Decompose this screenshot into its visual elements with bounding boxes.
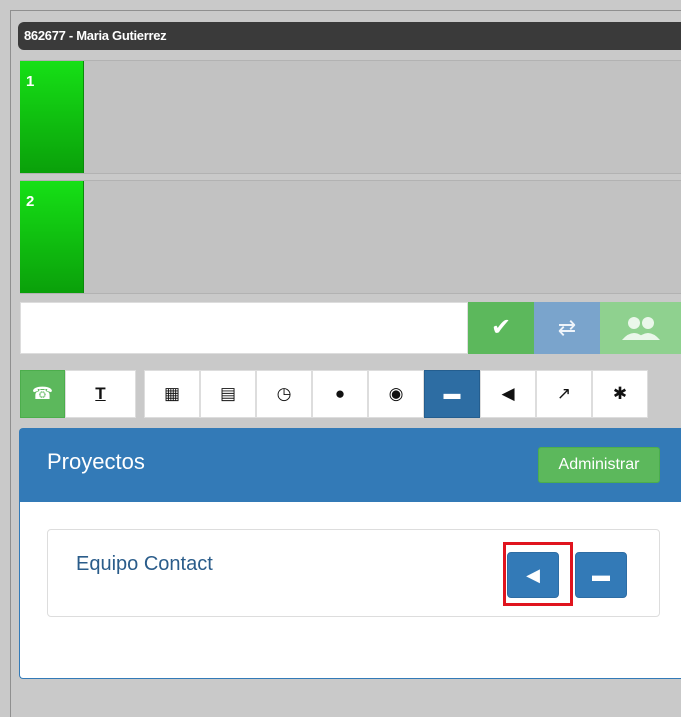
line-slot-2[interactable]: 2 — [20, 180, 681, 294]
line-number: 2 — [20, 181, 84, 293]
keypad-icon: ▦ — [163, 384, 181, 403]
confirm-button[interactable]: ✔ — [468, 302, 534, 354]
tab-campaign[interactable]: ◀ — [480, 370, 536, 418]
project-card: Equipo Contact ◀ ▬ — [47, 529, 660, 617]
megaphone-icon: ◀ — [501, 384, 515, 403]
tab-share[interactable]: ↗ — [536, 370, 592, 418]
share-icon: ↗ — [556, 384, 572, 403]
list-icon: ▤ — [219, 384, 237, 403]
text-icon: T — [95, 384, 106, 403]
tab-chat[interactable]: ▬ — [424, 370, 480, 418]
tab-history[interactable]: ◷ — [256, 370, 312, 418]
tab-settings[interactable]: ✱ — [592, 370, 648, 418]
clock-icon: ◷ — [276, 384, 292, 403]
dial-input[interactable] — [20, 302, 468, 354]
transfer-icon: ⇄ — [557, 315, 577, 340]
project-name: Equipo Contact — [76, 553, 213, 575]
transfer-button[interactable]: ⇄ — [534, 302, 600, 354]
line-slot-1[interactable]: 1 — [20, 60, 681, 174]
tab-contacts[interactable]: ● — [312, 370, 368, 418]
panel-title: Proyectos — [47, 449, 145, 474]
tab-keypad[interactable]: ▦ — [144, 370, 200, 418]
project-chat-button[interactable]: ▬ — [575, 552, 627, 598]
projects-panel: Proyectos Administrar Equipo Contact ◀ ▬ — [19, 428, 681, 679]
user-icon: ● — [334, 384, 346, 403]
globe-icon: ◉ — [388, 384, 404, 403]
projects-panel-header: Proyectos Administrar — [20, 429, 681, 502]
line-number: 1 — [20, 61, 84, 173]
tab-text[interactable]: T — [65, 370, 136, 418]
chat-icon: ▬ — [592, 565, 610, 585]
tab-phone[interactable]: ☎ — [20, 370, 65, 418]
highlight-box — [503, 542, 573, 606]
chat-icon: ▬ — [443, 384, 461, 403]
tab-web[interactable]: ◉ — [368, 370, 424, 418]
conference-button[interactable] — [600, 302, 681, 354]
agent-title-bar: 862677 - Maria Gutierrez — [18, 22, 681, 50]
phone-icon: ☎ — [31, 384, 54, 403]
gear-icon: ✱ — [612, 384, 628, 403]
administer-button[interactable]: Administrar — [538, 447, 660, 483]
tab-list[interactable]: ▤ — [200, 370, 256, 418]
users-icon — [621, 317, 660, 340]
check-icon: ✔ — [490, 314, 512, 341]
